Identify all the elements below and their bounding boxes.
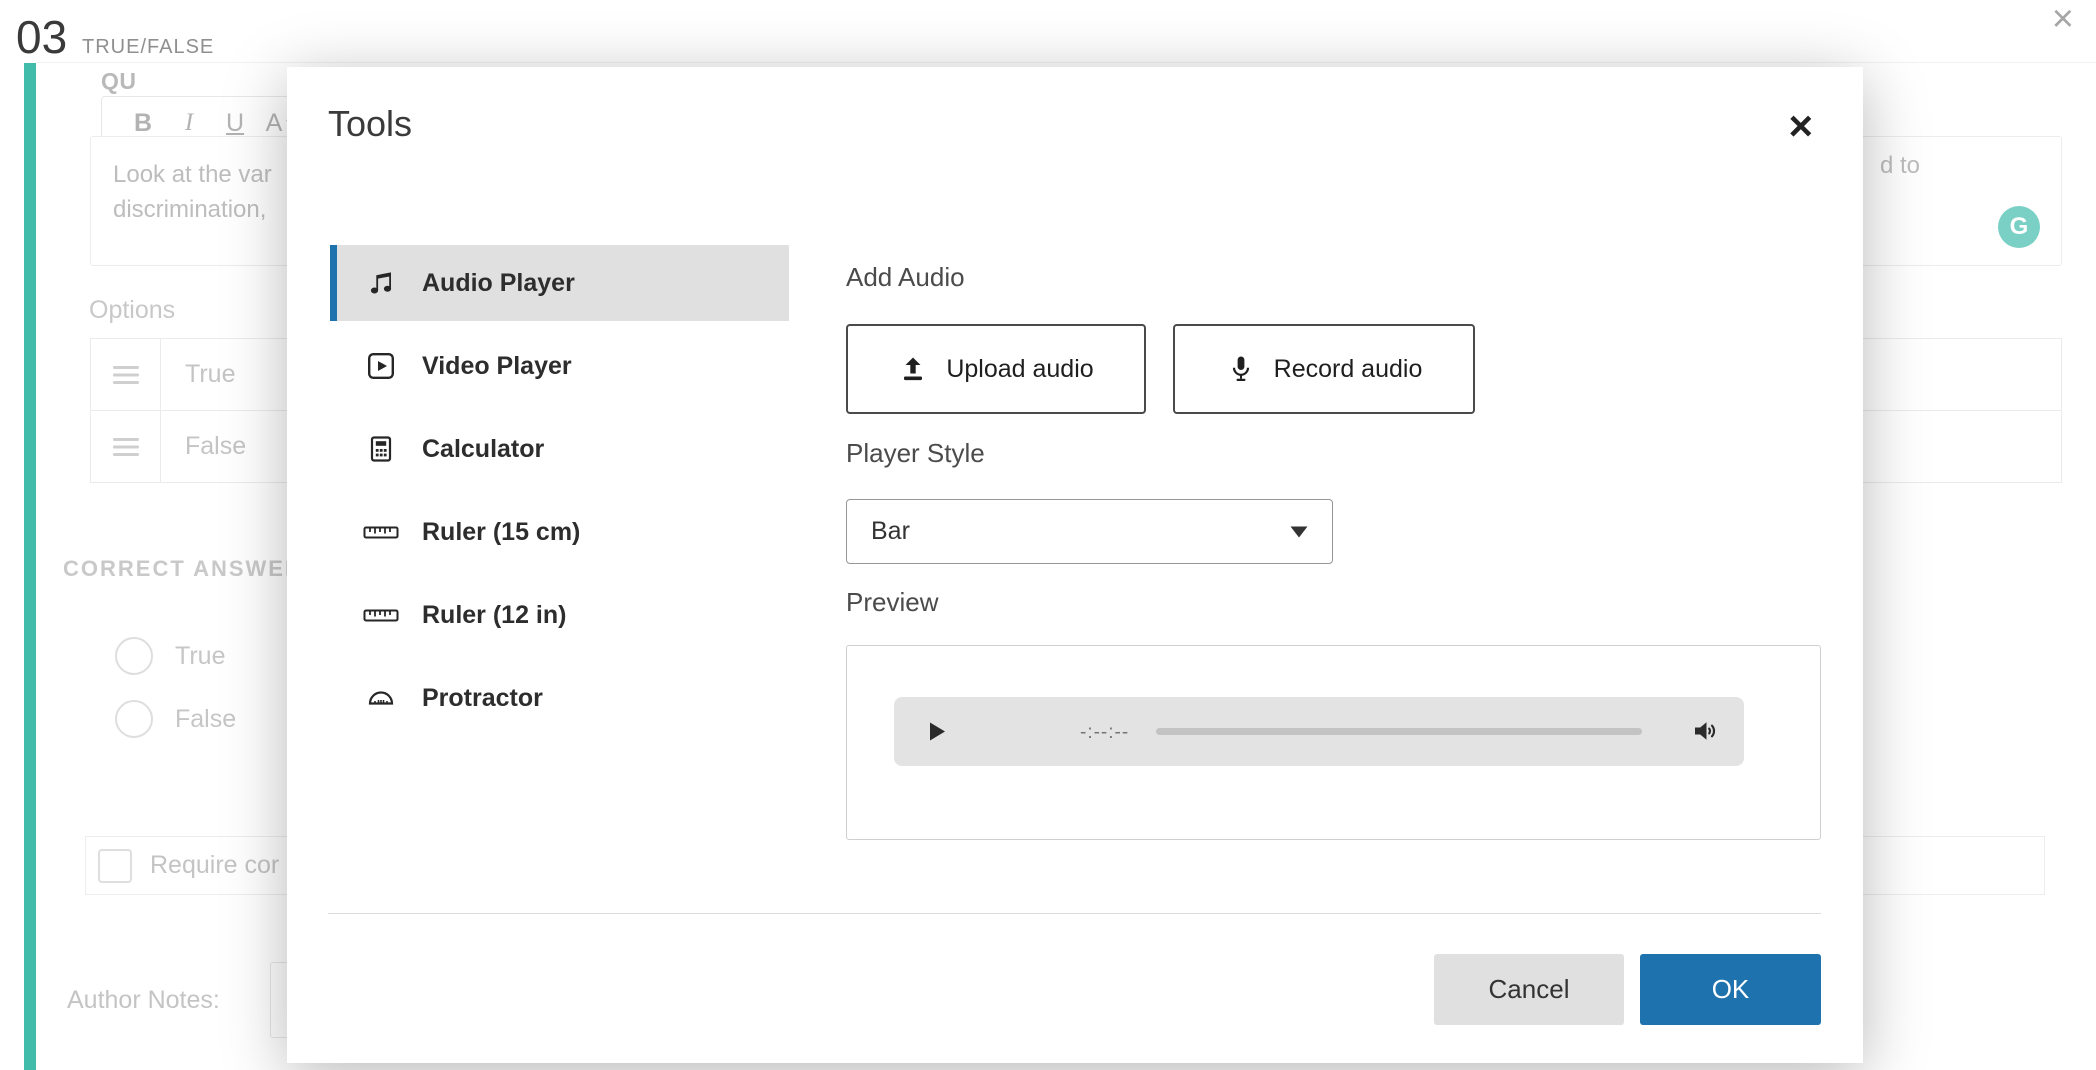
- audio-player-preview: -:--:--: [894, 697, 1744, 766]
- question-text-fragment: d to: [1880, 152, 1920, 180]
- italic-button[interactable]: I: [166, 109, 212, 137]
- audio-progress-bar[interactable]: [1156, 728, 1642, 735]
- tool-list: Audio Player Video Player Calculator Rul…: [330, 245, 789, 743]
- question-number: 03: [16, 10, 67, 64]
- add-audio-heading: Add Audio: [846, 262, 965, 293]
- drag-handle-icon[interactable]: [91, 339, 161, 410]
- modal-close-icon[interactable]: ×: [1788, 105, 1813, 147]
- volume-icon[interactable]: [1692, 717, 1722, 748]
- play-icon[interactable]: [928, 721, 947, 745]
- radio-false-label: False: [175, 705, 236, 734]
- calculator-icon: [362, 435, 400, 463]
- cancel-button[interactable]: Cancel: [1434, 954, 1624, 1025]
- audio-preview-box: -:--:--: [846, 645, 1821, 840]
- tool-item-ruler-12in[interactable]: Ruler (12 in): [330, 577, 789, 653]
- upload-audio-label: Upload audio: [946, 355, 1093, 384]
- tool-item-calculator[interactable]: Calculator: [330, 411, 789, 487]
- tool-item-label: Video Player: [422, 352, 572, 381]
- option-label[interactable]: False: [185, 432, 246, 461]
- video-player-icon: [362, 352, 400, 380]
- option-label[interactable]: True: [185, 360, 235, 389]
- tool-item-label: Ruler (15 cm): [422, 518, 580, 547]
- audio-source-buttons: Upload audio Record audio: [846, 324, 1475, 414]
- player-style-select[interactable]: Bar: [846, 499, 1333, 564]
- tool-item-ruler-15cm[interactable]: Ruler (15 cm): [330, 494, 789, 570]
- page-close-icon[interactable]: ×: [2052, 0, 2074, 38]
- ruler-icon: [362, 601, 400, 629]
- record-audio-label: Record audio: [1274, 355, 1423, 384]
- question-accent-bar: [24, 63, 36, 1070]
- player-style-value: Bar: [871, 517, 910, 546]
- panel-top-border: [36, 62, 2096, 63]
- author-notes-label: Author Notes:: [67, 986, 220, 1015]
- tool-item-label: Protractor: [422, 684, 543, 713]
- microphone-icon: [1226, 354, 1256, 384]
- record-audio-button[interactable]: Record audio: [1173, 324, 1475, 414]
- music-note-icon: [362, 269, 400, 297]
- protractor-icon: [362, 684, 400, 712]
- radio-true-label: True: [175, 642, 225, 671]
- preview-heading: Preview: [846, 587, 938, 618]
- ok-button[interactable]: OK: [1640, 954, 1821, 1025]
- audio-time: -:--:--: [1080, 722, 1129, 744]
- tool-item-label: Ruler (12 in): [422, 601, 566, 630]
- tool-item-video-player[interactable]: Video Player: [330, 328, 789, 404]
- question-section-label: QU: [101, 68, 137, 95]
- radio-false[interactable]: [115, 700, 153, 738]
- tool-item-label: Audio Player: [422, 269, 575, 298]
- modal-title: Tools: [328, 103, 412, 145]
- tool-item-protractor[interactable]: Protractor: [330, 660, 789, 736]
- tool-item-audio-player[interactable]: Audio Player: [330, 245, 789, 321]
- grammarly-icon[interactable]: G: [1998, 206, 2040, 248]
- question-type-label: TRUE/FALSE: [82, 36, 214, 59]
- screen: 03 TRUE/FALSE × QU B I U A Look at the v…: [0, 0, 2096, 1070]
- chevron-down-icon: [1290, 526, 1308, 538]
- underline-button[interactable]: U: [212, 109, 258, 138]
- tool-item-label: Calculator: [422, 435, 544, 464]
- options-label: Options: [89, 296, 175, 325]
- require-correct-label: Require cor: [150, 851, 279, 880]
- correct-answer-heading: CORRECT ANSWER: [63, 556, 303, 582]
- upload-icon: [898, 354, 928, 384]
- bold-button[interactable]: B: [120, 109, 166, 138]
- footer-divider: [328, 913, 1821, 914]
- player-style-heading: Player Style: [846, 438, 985, 469]
- upload-audio-button[interactable]: Upload audio: [846, 324, 1146, 414]
- require-correct-checkbox[interactable]: [98, 849, 132, 883]
- drag-handle-icon[interactable]: [91, 411, 161, 482]
- radio-true[interactable]: [115, 637, 153, 675]
- ruler-icon: [362, 518, 400, 546]
- tools-modal: Tools × Audio Player Video Player Calcul…: [287, 67, 1863, 1063]
